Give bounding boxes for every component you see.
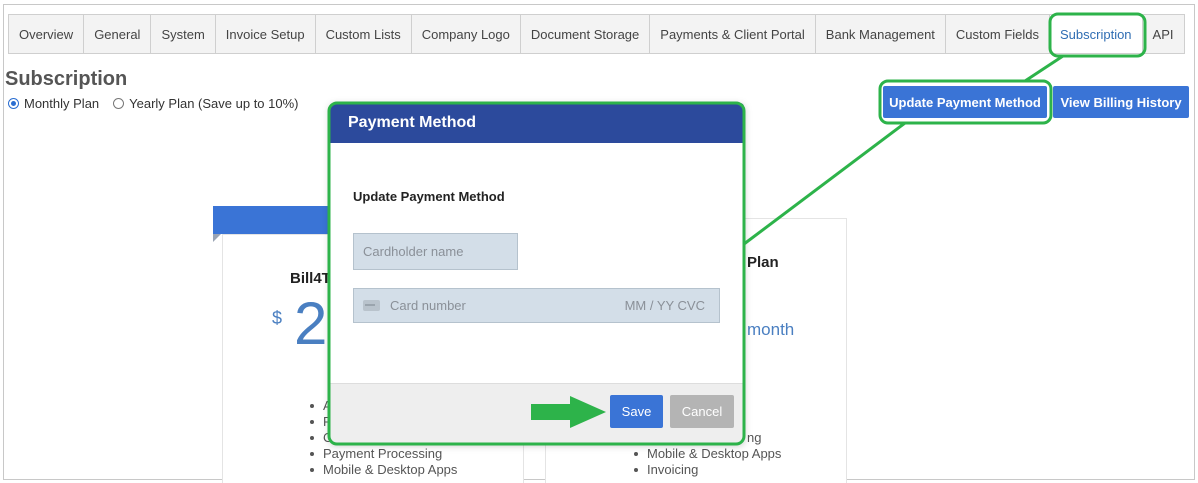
update-payment-method-button[interactable]: Update Payment Method xyxy=(883,86,1047,118)
tab-api[interactable]: API xyxy=(1142,15,1184,53)
tab-overview[interactable]: Overview xyxy=(9,15,85,53)
yearly-plan-option[interactable]: Yearly Plan (Save up to 10%) xyxy=(113,96,299,111)
list-item: Payment Processing xyxy=(309,446,457,462)
view-billing-history-button[interactable]: View Billing History xyxy=(1053,86,1189,118)
plan-card-ribbon xyxy=(213,206,331,234)
list-item: Mobile & Desktop Apps xyxy=(633,446,782,461)
monthly-plan-option[interactable]: Monthly Plan xyxy=(8,96,99,111)
tab-general[interactable]: General xyxy=(84,15,152,53)
tab-document-storage[interactable]: Document Storage xyxy=(520,15,651,53)
settings-tab-bar: Overview General System Invoice Setup Cu… xyxy=(8,14,1185,54)
payment-method-modal: Payment Method Update Payment Method Car… xyxy=(330,103,744,443)
save-button[interactable]: Save xyxy=(610,395,663,428)
list-item: Mobile & Desktop Apps xyxy=(309,462,458,477)
monthly-plan-label: Monthly Plan xyxy=(24,96,100,111)
page-title: Subscription xyxy=(5,68,128,90)
monthly-plan-radio[interactable] xyxy=(8,98,19,109)
plan-name-right: Plan xyxy=(747,254,779,271)
tab-subscription[interactable]: Subscription xyxy=(1050,15,1143,53)
tab-custom-lists[interactable]: Custom Lists xyxy=(315,15,412,53)
plan-period-selector: Monthly Plan Yearly Plan (Save up to 10%… xyxy=(8,96,299,111)
tab-bank-management[interactable]: Bank Management xyxy=(815,15,946,53)
plan-name-left: Bill4T xyxy=(290,270,331,287)
yearly-plan-radio[interactable] xyxy=(113,98,125,109)
tab-custom-fields[interactable]: Custom Fields xyxy=(945,15,1050,53)
price-currency: $ xyxy=(272,308,283,328)
tab-system[interactable]: System xyxy=(151,15,216,53)
list-item: Invoicing xyxy=(633,462,781,478)
card-number-placeholder: Card number xyxy=(390,298,466,313)
credit-card-icon xyxy=(363,300,380,311)
modal-footer: Save Cancel xyxy=(330,383,744,443)
cardholder-name-input[interactable]: Cardholder name xyxy=(353,233,518,270)
card-number-input[interactable]: Card number MM / YY CVC xyxy=(353,288,720,323)
expiry-cvc-placeholder: MM / YY CVC xyxy=(624,298,705,313)
tab-company-logo[interactable]: Company Logo xyxy=(411,15,521,53)
tab-payments-client-portal[interactable]: Payments & Client Portal xyxy=(650,15,816,53)
tab-invoice-setup[interactable]: Invoice Setup xyxy=(215,15,316,53)
modal-title: Payment Method xyxy=(330,103,744,143)
cancel-button[interactable]: Cancel xyxy=(670,395,734,428)
list-item: ng xyxy=(733,430,781,446)
modal-subtitle: Update Payment Method xyxy=(353,189,505,204)
yearly-plan-label: Yearly Plan (Save up to 10%) xyxy=(129,96,299,111)
price-period: month xyxy=(747,320,795,339)
plan-card-fold xyxy=(213,234,221,242)
price-amount: 2 xyxy=(294,290,328,357)
